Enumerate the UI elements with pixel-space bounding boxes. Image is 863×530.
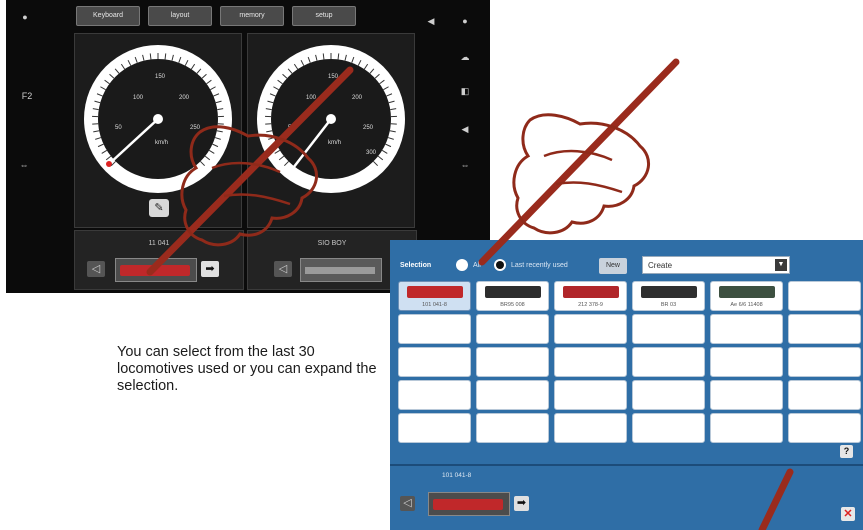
- svg-text:100: 100: [133, 95, 144, 101]
- loco-cell[interactable]: [710, 347, 783, 377]
- selection-label: Selection: [400, 262, 432, 269]
- loco-image[interactable]: [115, 258, 197, 282]
- loco-cell-name: 101 041-8: [422, 302, 447, 308]
- loco-cell[interactable]: [554, 314, 627, 344]
- loco-cell[interactable]: [788, 314, 861, 344]
- loco-cell[interactable]: [710, 380, 783, 410]
- tab-memory[interactable]: memory: [220, 6, 284, 26]
- loco-thumbnail: [407, 286, 463, 298]
- new-button[interactable]: New: [599, 258, 627, 274]
- arrow-right-icon[interactable]: ➡: [201, 261, 219, 277]
- loco-cell[interactable]: [788, 413, 861, 443]
- speaker-icon[interactable]: ◀: [458, 124, 472, 134]
- svg-text:100: 100: [306, 95, 317, 101]
- loco-cell[interactable]: [476, 380, 549, 410]
- loco-cell-name: 212 378-9: [578, 302, 603, 308]
- loco-cell[interactable]: BR 03: [632, 281, 705, 311]
- loco-cell[interactable]: [398, 413, 471, 443]
- loco-cell[interactable]: [476, 314, 549, 344]
- loco-cell[interactable]: [398, 314, 471, 344]
- loco-cell[interactable]: Ae 6/6 11408: [710, 281, 783, 311]
- speedometer: 100 150 200 50 250 300 km/h: [257, 45, 405, 193]
- loco-selection-window: Selection All Last recently used New Cre…: [390, 240, 863, 530]
- svg-text:50: 50: [115, 125, 122, 131]
- loco-cell[interactable]: [788, 281, 861, 311]
- loco-cell[interactable]: [632, 413, 705, 443]
- loco-cell[interactable]: [632, 347, 705, 377]
- loco-thumbnail: [641, 286, 697, 298]
- svg-text:250: 250: [363, 125, 374, 131]
- svg-text:150: 150: [155, 74, 166, 80]
- loco-grid: 101 041-8 BR95 008 212 378-9 BR 03 Ae 6/6 11…: [398, 281, 861, 443]
- caption-text: You can select from the last 30 locomoti…: [117, 344, 377, 394]
- car-icon[interactable]: ⇔: [17, 160, 31, 170]
- loco-cell-name: BR 03: [660, 302, 677, 308]
- speaker-icon[interactable]: ◀: [424, 16, 438, 26]
- smoke-icon[interactable]: ☁: [458, 52, 472, 62]
- tab-keyboard[interactable]: Keyboard: [76, 6, 140, 26]
- hand-pen-icon: [478, 58, 680, 266]
- light-icon[interactable]: ●: [18, 12, 32, 22]
- headlight-icon[interactable]: ◧: [458, 86, 472, 96]
- loco-cell[interactable]: BR95 008: [476, 281, 549, 311]
- wrench-icon[interactable]: ✎: [149, 199, 169, 217]
- loco-thumbnail: [563, 286, 619, 298]
- speed-unit: km/h: [328, 140, 341, 146]
- loco-cell[interactable]: [632, 314, 705, 344]
- svg-text:250: 250: [190, 125, 201, 131]
- current-loco-image[interactable]: [428, 492, 510, 516]
- speed-unit: km/h: [155, 140, 168, 146]
- svg-text:300: 300: [366, 150, 377, 156]
- loco-cell-name: BR95 008: [500, 302, 525, 308]
- radio-all-label: All: [473, 262, 481, 269]
- svg-text:200: 200: [352, 95, 363, 101]
- loco-thumbnail: [719, 286, 775, 298]
- speed-gauge-right[interactable]: 100 150 200 50 250 300 km/h: [247, 33, 415, 228]
- tab-setup[interactable]: setup: [292, 6, 356, 26]
- current-loco-name: 101 041-8: [442, 472, 472, 479]
- loco-cell[interactable]: 101 041-8: [398, 281, 471, 311]
- loco-cell[interactable]: [554, 347, 627, 377]
- close-button[interactable]: ✕: [841, 507, 855, 521]
- loco-cell[interactable]: [554, 413, 627, 443]
- arrow-left-icon[interactable]: ◁: [87, 261, 105, 277]
- light-icon[interactable]: ●: [458, 16, 472, 26]
- radio-recent-label: Last recently used: [511, 262, 568, 269]
- loco-cell[interactable]: [476, 347, 549, 377]
- svg-text:50: 50: [288, 125, 295, 131]
- loco-cell[interactable]: [398, 347, 471, 377]
- help-button[interactable]: ?: [840, 445, 853, 458]
- car-icon[interactable]: ⇔: [458, 160, 472, 170]
- loco-cell[interactable]: [710, 413, 783, 443]
- loco-cell-name: Ae 6/6 11408: [730, 302, 763, 308]
- loco-cell[interactable]: 212 378-9: [554, 281, 627, 311]
- radio-recent[interactable]: [494, 259, 506, 271]
- loco-slot-left: 11 041 ◁ ➡: [74, 230, 244, 290]
- loco-cell[interactable]: [788, 347, 861, 377]
- loco-cell[interactable]: [710, 314, 783, 344]
- loco-cell[interactable]: [398, 380, 471, 410]
- arrow-right-icon[interactable]: ➡: [514, 496, 529, 511]
- loco-cell[interactable]: [788, 380, 861, 410]
- loco-thumbnail: [485, 286, 541, 298]
- svg-text:150: 150: [328, 74, 339, 80]
- dropdown-value: Create: [648, 261, 673, 270]
- loco-image[interactable]: [300, 258, 382, 282]
- loco-cell[interactable]: [632, 380, 705, 410]
- create-dropdown[interactable]: Create ▼: [642, 256, 790, 274]
- divider: [390, 464, 863, 466]
- chevron-down-icon[interactable]: ▼: [775, 259, 787, 271]
- arrow-left-icon[interactable]: ◁: [274, 261, 292, 277]
- svg-text:200: 200: [179, 95, 190, 101]
- loco-cell[interactable]: [554, 380, 627, 410]
- arrow-left-icon[interactable]: ◁: [400, 496, 415, 511]
- panel-tabs: Keyboard layout memory setup: [76, 6, 356, 26]
- loco-cell[interactable]: [476, 413, 549, 443]
- function-f2-icon[interactable]: F2: [16, 91, 38, 101]
- loco-name: 11 041: [148, 240, 170, 247]
- tab-layout[interactable]: layout: [148, 6, 212, 26]
- radio-all[interactable]: [456, 259, 468, 271]
